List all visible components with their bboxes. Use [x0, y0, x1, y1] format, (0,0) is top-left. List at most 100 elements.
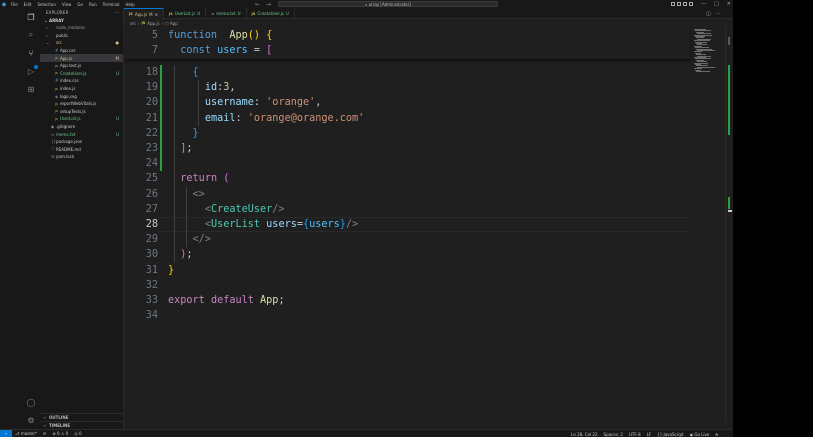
code-editor[interactable]: 5 function App() {7 const users = [ 18 {1…	[124, 27, 690, 421]
more-actions-icon[interactable]: ⋯	[716, 11, 721, 17]
explorer-icon[interactable]: ❐	[26, 12, 36, 22]
notifications-bell-icon[interactable]: ⍾	[712, 432, 721, 437]
tree-item[interactable]: JS setupTests.js	[40, 108, 123, 116]
forward-arrow-icon[interactable]: →	[266, 1, 271, 8]
menu-terminal[interactable]: Terminal	[100, 2, 123, 7]
menu-run[interactable]: Run	[86, 2, 100, 7]
git-status-badge: U	[116, 116, 119, 122]
tree-item[interactable]: JS UserList.js U	[40, 115, 123, 123]
menu-file[interactable]: File	[8, 2, 21, 7]
explorer-more-icon[interactable]: ···	[115, 10, 119, 15]
workspace-folder[interactable]: ⌄ ARRAY	[40, 17, 123, 24]
menu-view[interactable]: View	[59, 2, 75, 7]
code-line[interactable]: 25 return (	[124, 171, 690, 186]
tree-item[interactable]: ☰ yarn.lock	[40, 153, 123, 161]
code-line[interactable]: 26 <>	[124, 187, 690, 202]
tree-item[interactable]: ⌄ src ●	[40, 39, 123, 47]
outline-label: OUTLINE	[49, 415, 69, 420]
line-number: 30	[145, 249, 158, 261]
tree-item[interactable]: JS index.js	[40, 85, 123, 93]
code-line[interactable]: 30 );	[124, 247, 690, 262]
menu-selection[interactable]: Selection	[34, 2, 58, 7]
extensions-icon[interactable]: ⊞	[26, 84, 36, 94]
git-branch[interactable]: ⎇ master*	[12, 431, 40, 436]
timeline-section[interactable]: › TIMELINE	[40, 421, 124, 429]
minimize-button[interactable]: —	[701, 1, 706, 7]
code-line[interactable]: 31}	[124, 263, 690, 278]
ports-count[interactable]: ◎ 0	[71, 431, 84, 436]
toggle-panel-icon[interactable]	[677, 2, 682, 6]
sticky-line[interactable]: 7 const users = [	[124, 43, 690, 58]
minimap-line	[696, 71, 710, 72]
breadcrumb-symbol[interactable]: ⬡ App	[165, 21, 178, 26]
split-editor-icon[interactable]: ◫	[706, 11, 711, 17]
code-line[interactable]: 27 <CreateUser/>	[124, 202, 690, 217]
outline-section[interactable]: › OUTLINE	[40, 413, 124, 421]
tree-item[interactable]: › node_modules	[40, 24, 123, 32]
indentation[interactable]: Spaces: 2	[601, 432, 626, 437]
code-line[interactable]: 24	[124, 156, 690, 171]
account-icon[interactable]: ◯	[26, 397, 36, 407]
tab-app-js[interactable]: JS App.js M ✕	[124, 8, 164, 19]
tree-item[interactable]: JS reportWebVitals.js	[40, 100, 123, 108]
command-center-search[interactable]: ⌕ array [Administrator]	[278, 1, 498, 7]
tree-item[interactable]: ◈ logo.svg	[40, 92, 123, 100]
tab-createuser-js[interactable]: JS CreateUser.js U	[247, 8, 295, 19]
run-debug-icon[interactable]: ▷	[26, 66, 36, 76]
tree-item[interactable]: JS App.js M	[40, 54, 123, 62]
toggle-secondary-sidebar-icon[interactable]	[683, 2, 688, 6]
tree-item[interactable]: ⓘ README.md	[40, 146, 123, 154]
code-line[interactable]: 21 email: 'orange@orange.com'	[124, 111, 690, 126]
code-line[interactable]: 22 }	[124, 126, 690, 141]
code-line[interactable]: 33 export default App;	[124, 293, 690, 308]
remote-indicator-icon[interactable]: ⌁	[0, 429, 12, 437]
minimap[interactable]	[690, 27, 725, 421]
tree-item[interactable]: › public	[40, 32, 123, 40]
maximize-button[interactable]: □	[714, 1, 719, 7]
tree-item-label: src	[56, 40, 62, 46]
code-line[interactable]: 18 {	[124, 65, 690, 80]
customize-layout-icon[interactable]	[689, 2, 694, 6]
encoding[interactable]: UTF-8	[626, 432, 644, 437]
settings-gear-icon[interactable]: ⚙	[26, 415, 36, 425]
tree-item[interactable]: {} package.json	[40, 138, 123, 146]
close-window-button[interactable]: ✕	[727, 1, 731, 7]
close-icon[interactable]: ✕	[155, 12, 158, 17]
scroll-thumb[interactable]	[728, 37, 730, 45]
tab-userlist-js[interactable]: JS UserList.js U	[164, 8, 207, 19]
tree-item[interactable]: # App.css	[40, 47, 123, 55]
tree-item[interactable]: # index.css	[40, 77, 123, 85]
code-line[interactable]: 28 <UserList users={users}/>	[124, 217, 690, 232]
code-line[interactable]: 20 username: 'orange',	[124, 95, 690, 110]
sticky-scroll[interactable]: 5 function App() {7 const users = [	[124, 27, 690, 59]
code-line[interactable]: 19 id:3,	[124, 80, 690, 95]
code-line[interactable]: 23 ];	[124, 141, 690, 156]
menu-help[interactable]: Help	[123, 2, 138, 7]
code-line[interactable]: 34	[124, 308, 690, 323]
sync-icon[interactable]: ⟳	[40, 431, 49, 436]
code-line[interactable]: 29 </>	[124, 232, 690, 247]
tree-item[interactable]: JS App.test.js	[40, 62, 123, 70]
problems-count[interactable]: ⊗ 0 ⚠ 0	[49, 431, 71, 436]
menu-go[interactable]: Go	[74, 2, 86, 7]
toggle-sidebar-icon[interactable]	[671, 2, 676, 6]
search-icon[interactable]: ⌕	[26, 30, 36, 40]
breadcrumb-file[interactable]: App.js	[147, 21, 159, 26]
tree-item[interactable]: ◆ .gitignore	[40, 123, 123, 131]
menu-edit[interactable]: Edit	[21, 2, 35, 7]
cursor-position[interactable]: Ln 28, Col 22	[568, 432, 600, 437]
go-live-button[interactable]: ◉ Go Live	[687, 432, 713, 437]
chevron-down-icon: ⌄	[46, 40, 50, 46]
code-line[interactable]: 32	[124, 278, 690, 293]
language-mode[interactable]: {} JavaScript	[654, 432, 686, 437]
tree-item[interactable]: JS CreateUser.js U	[40, 70, 123, 78]
breadcrumb-folder[interactable]: src	[130, 21, 136, 26]
source-control-icon[interactable]: ⑂	[26, 48, 36, 58]
tree-item[interactable]: ≡ memo.txt U	[40, 130, 123, 138]
editor-scrollbar[interactable]	[725, 27, 733, 421]
sticky-line[interactable]: 5 function App() {	[124, 28, 690, 43]
back-arrow-icon[interactable]: ←	[255, 1, 260, 8]
code-token: <>	[192, 188, 205, 200]
tab-memo-txt[interactable]: ≡ memo.txt U	[206, 8, 247, 19]
end-of-line[interactable]: LF	[644, 432, 655, 437]
